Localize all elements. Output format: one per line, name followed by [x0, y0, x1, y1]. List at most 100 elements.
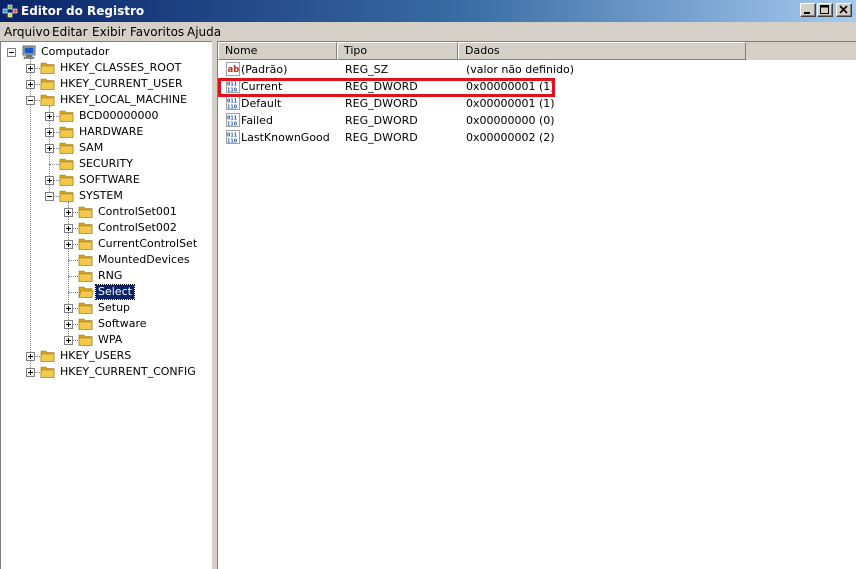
tree-node-hkey-local-machine[interactable]: HKEY_LOCAL_MACHINE	[1, 92, 211, 108]
expand-icon[interactable]	[45, 144, 54, 153]
close-button[interactable]	[836, 3, 852, 17]
expand-icon[interactable]	[64, 336, 73, 345]
folder-icon	[59, 157, 75, 171]
list-header: Nome Tipo Dados	[218, 42, 856, 60]
expand-icon[interactable]	[64, 208, 73, 217]
tree-node-system[interactable]: SYSTEM	[1, 188, 211, 204]
tree-connector-line	[68, 292, 78, 293]
tree-node-select[interactable]: Select	[1, 284, 211, 300]
tree-node-setup[interactable]: Setup	[1, 300, 211, 316]
tree-node-label: SOFTWARE	[79, 173, 140, 186]
menu-ajuda[interactable]: Ajuda	[187, 25, 221, 39]
expand-icon[interactable]	[26, 64, 35, 73]
tree-node-label: ControlSet002	[98, 221, 177, 234]
menu-bar: Arquivo Editar Exibir Favoritos Ajuda	[0, 22, 856, 41]
column-header-name[interactable]: Nome	[218, 42, 337, 60]
folder-icon	[40, 365, 56, 379]
tree-node-currentcontrolset[interactable]: CurrentControlSet	[1, 236, 211, 252]
tree-node-hkey-classes-root[interactable]: HKEY_CLASSES_ROOT	[1, 60, 211, 76]
current-value-highlight	[218, 78, 555, 97]
value-name: Failed	[241, 114, 273, 127]
collapse-icon[interactable]	[45, 192, 54, 201]
window-title: Editor do Registro	[21, 4, 145, 18]
values-list[interactable]: Nome Tipo Dados ab (Padrão) REG_SZ (valor n…	[217, 41, 856, 569]
tree-node-label: ControlSet001	[98, 205, 177, 218]
expand-icon[interactable]	[64, 240, 73, 249]
close-icon	[839, 5, 848, 14]
tree-node-hkey-current-config[interactable]: HKEY_CURRENT_CONFIG	[1, 364, 211, 380]
tree-node-software[interactable]: SOFTWARE	[1, 172, 211, 188]
tree-connector-line	[68, 260, 78, 261]
expand-icon[interactable]	[64, 304, 73, 313]
value-type: REG_DWORD	[345, 131, 418, 144]
folder-icon	[40, 61, 56, 75]
tree-node-label: Select	[95, 284, 135, 300]
tree-node-controlset001[interactable]: ControlSet001	[1, 204, 211, 220]
folder-icon	[59, 173, 75, 187]
tree-node-label: HKEY_CURRENT_CONFIG	[60, 365, 196, 378]
menu-arquivo[interactable]: Arquivo	[4, 25, 50, 39]
folder-icon	[78, 269, 94, 283]
expand-icon[interactable]	[45, 176, 54, 185]
tree-node-label: SYSTEM	[79, 189, 123, 202]
value-type: REG_SZ	[345, 63, 389, 76]
value-row-padr-o[interactable]: ab (Padrão) REG_SZ (valor não definido)	[218, 62, 818, 78]
expand-icon[interactable]	[26, 80, 35, 89]
tree-node-computador[interactable]: Computador	[1, 44, 211, 60]
folder-icon	[78, 205, 94, 219]
tree-node-rng[interactable]: RNG	[1, 268, 211, 284]
tree-node-wpa[interactable]: WPA	[1, 332, 211, 348]
collapse-icon[interactable]	[26, 96, 35, 105]
value-row-failed[interactable]: 011 110 Failed REG_DWORD 0x00000000 (0)	[218, 113, 818, 129]
minimize-button[interactable]	[800, 3, 816, 17]
expand-icon[interactable]	[45, 112, 54, 121]
value-row-default[interactable]: 011 110 Default REG_DWORD 0x00000001 (1)	[218, 96, 818, 112]
title-bar[interactable]: Editor do Registro	[0, 0, 856, 22]
tree-node-hardware[interactable]: HARDWARE	[1, 124, 211, 140]
tree-node-hkey-current-user[interactable]: HKEY_CURRENT_USER	[1, 76, 211, 92]
tree-connector-line	[49, 164, 59, 165]
menu-favoritos[interactable]: Favoritos	[130, 25, 184, 39]
svg-text:011: 011	[227, 115, 238, 121]
tree-node-label: Software	[98, 317, 147, 330]
tree-node-label: HKEY_LOCAL_MACHINE	[60, 93, 188, 106]
folder-icon	[40, 349, 56, 363]
tree-node-security[interactable]: SECURITY	[1, 156, 211, 172]
tree-node-sam[interactable]: SAM	[1, 140, 211, 156]
registry-tree[interactable]: Computador HKEY_CLASSES_ROOT HKEY_CURRENT_…	[0, 41, 212, 569]
computer-icon	[21, 45, 37, 59]
value-row-lastknowngood[interactable]: 011 110 LastKnownGood REG_DWORD 0x00000002 (…	[218, 130, 818, 146]
value-data: 0x00000000 (0)	[466, 114, 555, 127]
tree-node-software[interactable]: Software	[1, 316, 211, 332]
tree-node-label: Setup	[98, 301, 131, 314]
expand-icon[interactable]	[45, 128, 54, 137]
column-header-data[interactable]: Dados	[458, 42, 746, 60]
tree-node-bcd00000000[interactable]: BCD00000000	[1, 108, 211, 124]
folder-icon	[78, 333, 94, 347]
maximize-button[interactable]	[817, 3, 833, 17]
tree-node-label: SAM	[79, 141, 104, 154]
svg-text:110: 110	[227, 139, 238, 145]
tree-node-label: SECURITY	[79, 157, 133, 170]
tree-node-controlset002[interactable]: ControlSet002	[1, 220, 211, 236]
tree-node-mounteddevices[interactable]: MountedDevices	[1, 252, 211, 268]
menu-editar[interactable]: Editar	[52, 25, 88, 39]
expand-icon[interactable]	[64, 320, 73, 329]
collapse-icon[interactable]	[7, 48, 16, 57]
dword-value-icon: 011 110	[226, 96, 240, 111]
value-name: LastKnownGood	[241, 131, 330, 144]
tree-node-hkey-users[interactable]: HKEY_USERS	[1, 348, 211, 364]
folder-icon	[78, 253, 94, 267]
folder-icon	[78, 237, 94, 251]
expand-icon[interactable]	[26, 352, 35, 361]
folder-icon	[78, 301, 94, 315]
tree-node-label: RNG	[98, 269, 123, 282]
svg-text:011: 011	[227, 132, 238, 138]
column-header-type[interactable]: Tipo	[337, 42, 458, 60]
expand-icon[interactable]	[64, 224, 73, 233]
dword-value-icon: 011 110	[226, 113, 240, 128]
menu-exibir[interactable]: Exibir	[92, 25, 126, 39]
tree-connector-line	[68, 276, 78, 277]
folder-icon	[59, 141, 75, 155]
expand-icon[interactable]	[26, 368, 35, 377]
